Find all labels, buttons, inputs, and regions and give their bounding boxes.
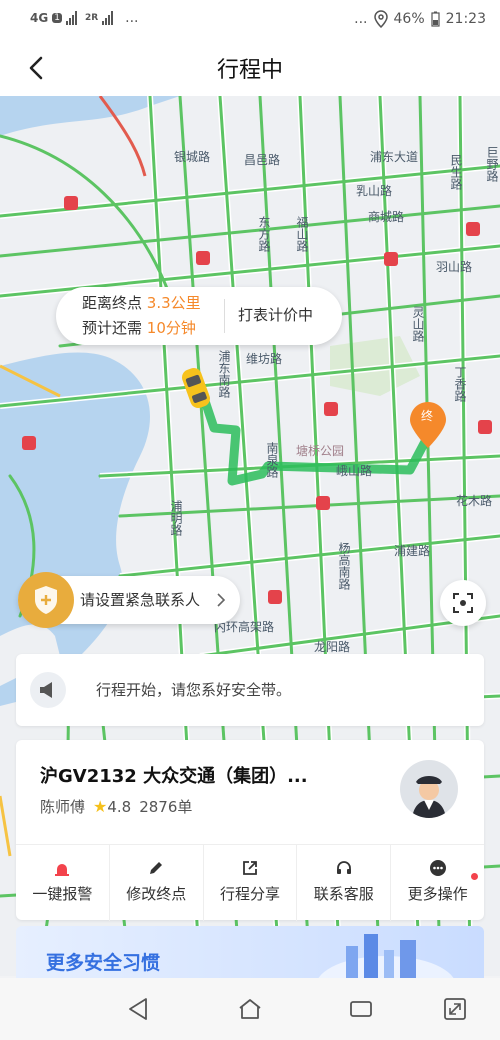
page-title: 行程中	[216, 58, 283, 83]
driver-orders: 2876单	[139, 798, 193, 816]
nav-home-icon[interactable]	[237, 996, 263, 1022]
destination-marker: 终	[421, 409, 434, 423]
locate-button[interactable]	[440, 580, 486, 626]
promo-title: 更多安全习惯	[46, 952, 161, 974]
star-icon: ★	[93, 797, 108, 816]
driver-name: 陈师傅	[40, 798, 86, 816]
road-label: 民生路	[449, 154, 463, 190]
megaphone-icon	[30, 672, 66, 708]
road-label: 浦建路	[394, 544, 431, 558]
location-icon	[373, 10, 388, 28]
road-label: 银城路	[174, 150, 211, 164]
road-label: 南泉路	[265, 442, 279, 478]
road-label: 商城路	[368, 210, 405, 224]
road-label: 杨高南路	[337, 542, 351, 590]
nav-expand-icon[interactable]	[442, 996, 468, 1022]
safety-promo-banner[interactable]: 更多安全习惯	[16, 926, 484, 986]
sim1-badge: 1	[52, 13, 62, 23]
emergency-contact-button[interactable]: 请设置紧急联系人	[18, 572, 240, 628]
more-actions-button[interactable]: 更多操作	[391, 845, 484, 921]
battery-percent: 46%	[393, 11, 425, 27]
city-illustration	[316, 934, 456, 986]
emergency-contact-label: 请设置紧急联系人	[80, 591, 201, 609]
nav-recents-icon[interactable]	[348, 996, 374, 1022]
signal-icon	[65, 11, 77, 25]
chevron-right-icon	[217, 593, 226, 607]
road-label: 巨野路	[485, 146, 499, 182]
road-label: 羽山路	[436, 260, 473, 274]
road-label: 浦明路	[169, 500, 183, 536]
road-label: 维坊路	[246, 352, 283, 366]
distance-label: 距离终点	[82, 294, 143, 312]
meter-status: 打表计价中	[238, 306, 314, 324]
more-icon	[429, 860, 446, 876]
road-label: 浦东大道	[370, 150, 419, 164]
shield-icon	[18, 572, 74, 628]
action-bar: 一键报警 修改终点 行程分享 联系客服 更多操作	[16, 844, 484, 921]
share-trip-label: 行程分享	[219, 885, 280, 903]
driver-avatar[interactable]	[400, 760, 458, 818]
edit-destination-button[interactable]: 修改终点	[110, 845, 204, 921]
road-label: 丁香路	[453, 366, 467, 402]
road-label: 福山路	[295, 216, 309, 252]
road-label: 龙阳路	[314, 640, 351, 654]
road-label: 东方路	[257, 216, 271, 252]
road-label: 昌邑路	[244, 153, 281, 167]
customer-service-button[interactable]: 联系客服	[297, 845, 392, 921]
status-dots: ...	[125, 10, 139, 26]
alarm-label: 一键报警	[32, 885, 93, 903]
signal-icon-2	[102, 11, 114, 25]
edit-icon	[150, 862, 163, 874]
sim2-badge: 2R	[84, 13, 99, 23]
nav-bar: 行程中	[0, 40, 500, 96]
nav-back-icon[interactable]	[126, 996, 152, 1022]
battery-icon	[431, 11, 440, 27]
safety-notice-text: 行程开始，请您系好安全带。	[96, 681, 292, 699]
eta-label: 预计还需	[82, 319, 143, 337]
road-label: 灵山路	[411, 306, 425, 342]
road-label: 塘桥公园	[296, 444, 345, 458]
share-icon	[243, 861, 257, 875]
eta-value: 10分钟	[146, 319, 196, 337]
status-dots-right: ...	[354, 11, 368, 27]
more-actions-label: 更多操作	[407, 885, 468, 903]
road-label: 峨山路	[336, 464, 373, 478]
plate-and-company: 沪GV2132 大众交通（集团）...	[40, 766, 308, 787]
trip-info-bubble: 距离终点 3.3公里 预计还需 10分钟 打表计价中	[56, 287, 342, 345]
alarm-button[interactable]: 一键报警	[16, 845, 110, 921]
customer-service-label: 联系客服	[313, 885, 374, 903]
road-label: 花木路	[456, 494, 493, 508]
driver-card: 沪GV2132 大众交通（集团）... 陈师傅 ★4.8 2876单 一键报警 …	[16, 740, 484, 921]
road-label: 浦东南路	[217, 350, 231, 398]
edit-destination-label: 修改终点	[126, 885, 187, 903]
share-trip-button[interactable]: 行程分享	[204, 845, 298, 921]
network-type: 4G	[30, 11, 49, 25]
notification-dot	[470, 873, 478, 880]
headset-icon	[336, 861, 351, 874]
system-nav-bar	[0, 978, 500, 1040]
locate-icon	[453, 593, 473, 613]
distance-value: 3.3公里	[146, 294, 201, 312]
road-label: 乳山路	[356, 184, 393, 198]
safety-notice: 行程开始，请您系好安全带。	[16, 654, 484, 726]
clock: 21:23	[445, 11, 486, 27]
divider	[224, 299, 225, 333]
alarm-icon	[55, 864, 70, 876]
status-bar: 4G 1 2R ... ... 46% 21:23	[0, 0, 500, 40]
driver-rating: 4.8	[107, 798, 132, 816]
